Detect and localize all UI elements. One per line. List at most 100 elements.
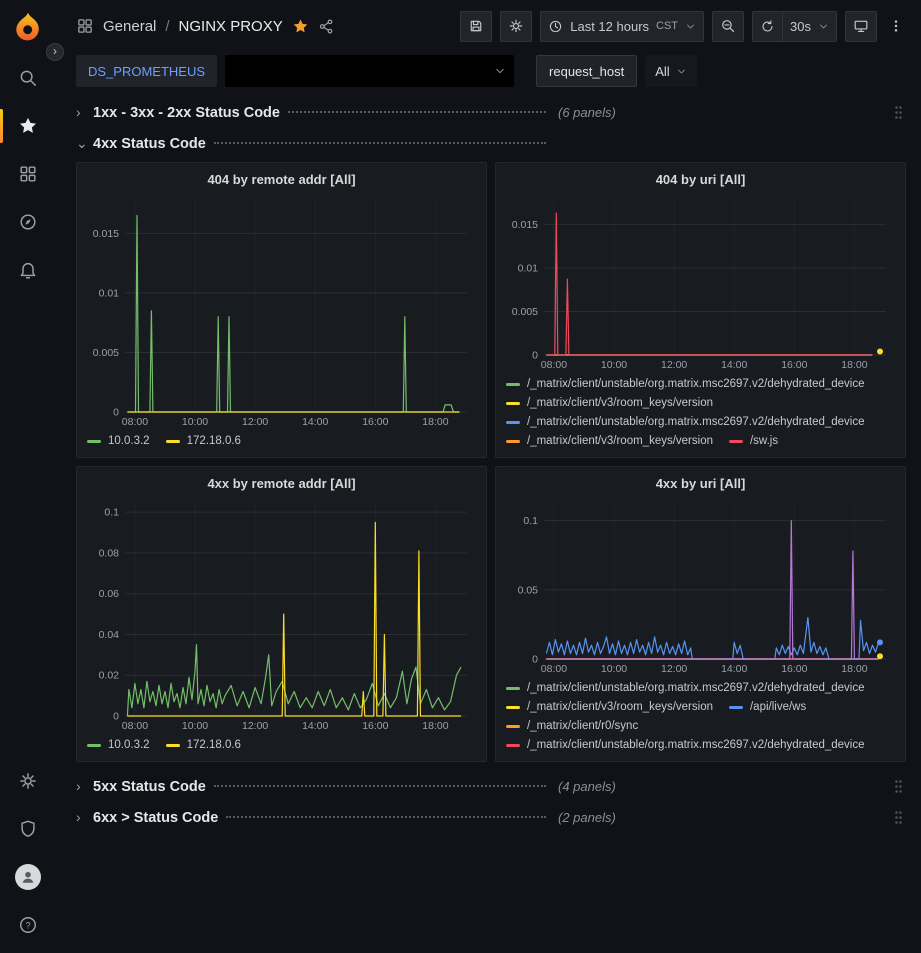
legend: /_matrix/client/unstable/org.matrix.msc2… (506, 372, 895, 450)
svg-text:08:00: 08:00 (122, 720, 148, 732)
breadcrumb-dashboard-title[interactable]: NGINX PROXY (179, 18, 283, 35)
legend-item[interactable]: /_matrix/client/v3/room_keys/version (506, 394, 713, 412)
panel-title[interactable]: 404 by uri [All] (506, 168, 895, 192)
request-host-variable-value[interactable]: All (645, 55, 696, 87)
svg-text:18:00: 18:00 (422, 720, 448, 732)
panel-title[interactable]: 4xx by remote addr [All] (87, 472, 476, 496)
row-drag-handle[interactable] (894, 810, 903, 825)
refresh-interval-dropdown[interactable]: 30s (783, 11, 837, 42)
legend-item[interactable]: 172.18.0.6 (166, 736, 241, 754)
svg-text:10:00: 10:00 (601, 359, 627, 371)
row-6xx-status-code[interactable]: › 6xx > Status Code (2 panels) (76, 803, 906, 831)
breadcrumb-section[interactable]: General (103, 18, 156, 35)
svg-text:14:00: 14:00 (302, 720, 328, 732)
bell-icon (18, 260, 38, 280)
share-icon[interactable] (318, 18, 335, 35)
panel-title[interactable]: 4xx by uri [All] (506, 472, 895, 496)
sidebar-item-help[interactable]: ? (0, 901, 56, 949)
favorite-star-icon[interactable] (292, 18, 309, 35)
legend-item[interactable]: /api/live/ws (729, 698, 806, 716)
grafana-logo[interactable] (11, 10, 45, 44)
svg-text:0.04: 0.04 (99, 629, 120, 641)
dotted-leader (288, 111, 546, 113)
chevron-down-icon (685, 21, 696, 32)
legend-item[interactable]: 10.0.3.2 (87, 736, 150, 754)
legend-item[interactable]: /_matrix/client/v3/room_keys/version (506, 698, 713, 716)
sidebar-item-profile[interactable] (0, 853, 56, 901)
svg-text:14:00: 14:00 (721, 663, 747, 675)
legend-item[interactable]: /_matrix/client/unstable/org.matrix.msc2… (506, 413, 865, 431)
chevron-right-icon: › (76, 778, 93, 794)
svg-text:0.1: 0.1 (523, 515, 538, 527)
svg-text:12:00: 12:00 (242, 416, 268, 428)
legend: /_matrix/client/unstable/org.matrix.msc2… (506, 676, 895, 754)
header-controls: Last 12 hours CST 30s (460, 11, 907, 42)
shield-icon (18, 819, 38, 839)
chart[interactable]: 00.0050.010.01508:0010:0012:0014:0016:00… (506, 192, 895, 372)
panel-title[interactable]: 404 by remote addr [All] (87, 168, 476, 192)
request-host-selected: All (655, 64, 669, 79)
chevron-down-icon (676, 66, 687, 77)
row-4xx-status-code[interactable]: ⌄ 4xx Status Code (76, 129, 906, 157)
chevron-right-icon: › (76, 809, 93, 825)
row-drag-handle[interactable] (894, 105, 903, 120)
legend-item[interactable]: /_matrix/client/r0/sync (506, 717, 638, 735)
chart[interactable]: 00.0050.010.01508:0010:0012:0014:0016:00… (87, 192, 476, 429)
sidebar-item-search[interactable] (0, 54, 56, 102)
legend-item[interactable]: /_matrix/client/v3/room_keys/version (506, 432, 713, 450)
save-dashboard-button[interactable] (460, 11, 492, 42)
sidebar-expand-button[interactable]: › (46, 43, 64, 61)
refresh-interval-value: 30s (790, 19, 811, 34)
chart[interactable]: 00.050.108:0010:0012:0014:0016:0018:00 (506, 496, 895, 676)
svg-text:08:00: 08:00 (541, 359, 567, 371)
kebab-menu-button[interactable] (885, 11, 907, 42)
row-drag-handle[interactable] (894, 779, 903, 794)
kebab-icon (888, 18, 904, 34)
clock-icon (548, 19, 563, 34)
svg-text:16:00: 16:00 (362, 720, 388, 732)
legend-item[interactable]: /_matrix/client/unstable/org.matrix.msc2… (506, 736, 865, 754)
zoom-out-button[interactable] (712, 11, 744, 42)
datasource-variable-label[interactable]: DS_PROMETHEUS (76, 55, 217, 87)
save-icon (468, 18, 484, 34)
dashboard-settings-button[interactable] (500, 11, 532, 42)
sidebar-item-explore[interactable] (0, 198, 56, 246)
datasource-variable-value[interactable] (225, 55, 514, 87)
breadcrumb-separator: / (165, 18, 169, 35)
legend-item[interactable]: 172.18.0.6 (166, 432, 241, 450)
breadcrumb: General / NGINX PROXY (76, 17, 335, 35)
gear-icon (508, 18, 524, 34)
row-5xx-status-code[interactable]: › 5xx Status Code (4 panels) (76, 772, 906, 800)
svg-text:?: ? (25, 921, 30, 931)
zoom-out-icon (720, 18, 736, 34)
legend-item[interactable]: /_matrix/client/unstable/org.matrix.msc2… (506, 375, 865, 393)
sidebar-item-alerting[interactable] (0, 246, 56, 294)
row-panel-count: (2 panels) (558, 810, 616, 825)
legend-item[interactable]: /sw.js (729, 432, 778, 450)
sidebar-item-starred[interactable] (0, 102, 56, 150)
row-1xx-3xx-2xx-status-code[interactable]: › 1xx - 3xx - 2xx Status Code (6 panels) (76, 98, 906, 126)
time-range-picker[interactable]: Last 12 hours CST (540, 11, 704, 42)
svg-text:0.01: 0.01 (99, 287, 120, 299)
monitor-icon (853, 18, 869, 34)
sidebar-item-server-admin[interactable] (0, 805, 56, 853)
refresh-button[interactable] (752, 11, 783, 42)
chevron-down-icon (494, 65, 506, 77)
chevron-down-icon: ⌄ (76, 135, 93, 152)
row-panel-count: (4 panels) (558, 779, 616, 794)
svg-text:12:00: 12:00 (242, 720, 268, 732)
sidebar-item-configuration[interactable] (0, 757, 56, 805)
avatar (15, 864, 41, 890)
compass-icon (18, 212, 38, 232)
legend-item[interactable]: 10.0.3.2 (87, 432, 150, 450)
svg-text:12:00: 12:00 (661, 359, 687, 371)
svg-text:0: 0 (532, 350, 538, 362)
svg-text:14:00: 14:00 (302, 416, 328, 428)
cycle-view-button[interactable] (845, 11, 877, 42)
chart[interactable]: 00.020.040.060.080.108:0010:0012:0014:00… (87, 496, 476, 733)
panel-grid: 404 by remote addr [All] 00.0050.010.015… (76, 162, 906, 762)
svg-text:0.015: 0.015 (93, 228, 119, 240)
sidebar-item-dashboards[interactable] (0, 150, 56, 198)
request-host-variable-label[interactable]: request_host (536, 55, 637, 87)
legend-item[interactable]: /_matrix/client/unstable/org.matrix.msc2… (506, 679, 865, 697)
